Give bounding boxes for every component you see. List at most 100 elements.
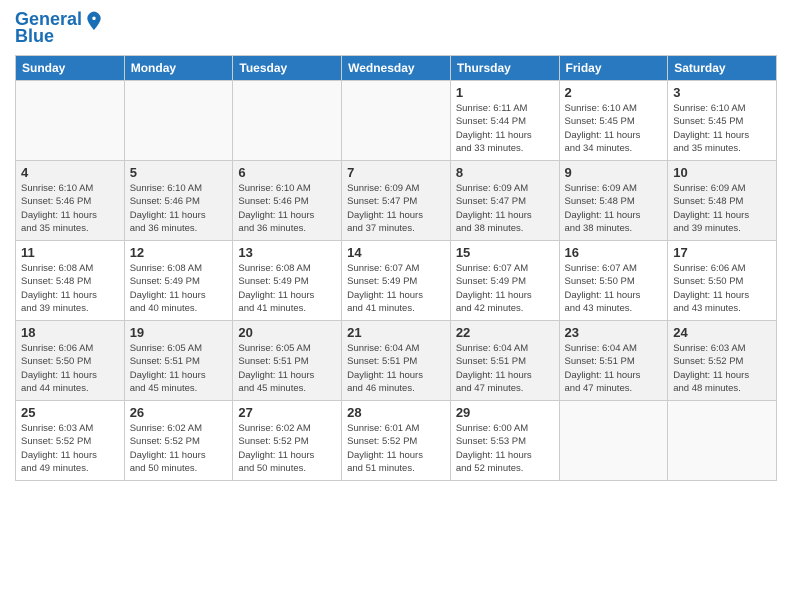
day-info: Sunrise: 6:08 AM Sunset: 5:48 PM Dayligh…	[21, 262, 119, 315]
day-cell: 12Sunrise: 6:08 AM Sunset: 5:49 PM Dayli…	[124, 241, 233, 321]
week-row-5: 25 Sunrise: 6:03 AM Sunset: 5:52 PM Dayli…	[16, 401, 777, 481]
day-number: 25	[21, 405, 119, 420]
day-info: Sunrise: 6:07 AM Sunset: 5:49 PM Dayligh…	[347, 262, 445, 315]
day-info: Sunrise: 6:08 AM Sunset: 5:49 PM Dayligh…	[130, 262, 228, 315]
day-info: Sunrise: 6:04 AM Sunset: 5:51 PM Dayligh…	[456, 342, 554, 395]
day-cell: 25 Sunrise: 6:03 AM Sunset: 5:52 PM Dayli…	[16, 401, 125, 481]
day-info: Sunrise: 6:04 AM Sunset: 5:51 PM Dayligh…	[347, 342, 445, 395]
day-info: Sunrise: 6:08 AM Sunset: 5:49 PM Dayligh…	[238, 262, 336, 315]
day-cell: 6 Sunrise: 6:10 AM Sunset: 5:46 PM Daylig…	[233, 161, 342, 241]
day-info: Sunrise: 6:09 AM Sunset: 5:47 PM Dayligh…	[347, 182, 445, 235]
day-info: Sunrise: 6:10 AM Sunset: 5:46 PM Dayligh…	[238, 182, 336, 235]
day-number: 15	[456, 245, 554, 260]
day-cell: 19Sunrise: 6:05 AM Sunset: 5:51 PM Dayli…	[124, 321, 233, 401]
day-number: 5	[130, 165, 228, 180]
day-info: Sunrise: 6:10 AM Sunset: 5:46 PM Dayligh…	[21, 182, 119, 235]
day-info: Sunrise: 6:09 AM Sunset: 5:47 PM Dayligh…	[456, 182, 554, 235]
day-info: Sunrise: 6:06 AM Sunset: 5:50 PM Dayligh…	[21, 342, 119, 395]
day-info: Sunrise: 6:11 AM Sunset: 5:44 PM Dayligh…	[456, 102, 554, 155]
day-info: Sunrise: 6:10 AM Sunset: 5:45 PM Dayligh…	[673, 102, 771, 155]
day-number: 4	[21, 165, 119, 180]
day-cell: 29 Sunrise: 6:00 AM Sunset: 5:53 PM Dayli…	[450, 401, 559, 481]
day-cell: 21 Sunrise: 6:04 AM Sunset: 5:51 PM Dayli…	[342, 321, 451, 401]
day-info: Sunrise: 6:01 AM Sunset: 5:52 PM Dayligh…	[347, 422, 445, 475]
col-header-saturday: Saturday	[668, 56, 777, 81]
day-cell: 26Sunrise: 6:02 AM Sunset: 5:52 PM Dayli…	[124, 401, 233, 481]
day-info: Sunrise: 6:07 AM Sunset: 5:49 PM Dayligh…	[456, 262, 554, 315]
day-cell: 3 Sunrise: 6:10 AM Sunset: 5:45 PM Daylig…	[668, 81, 777, 161]
day-cell: 2Sunrise: 6:10 AM Sunset: 5:45 PM Daylig…	[559, 81, 668, 161]
day-info: Sunrise: 6:02 AM Sunset: 5:52 PM Dayligh…	[130, 422, 228, 475]
day-cell: 5 Sunrise: 6:10 AM Sunset: 5:46 PM Daylig…	[124, 161, 233, 241]
calendar-table: SundayMondayTuesdayWednesdayThursdayFrid…	[15, 55, 777, 481]
day-number: 21	[347, 325, 445, 340]
day-cell	[342, 81, 451, 161]
day-number: 9	[565, 165, 663, 180]
day-info: Sunrise: 6:03 AM Sunset: 5:52 PM Dayligh…	[21, 422, 119, 475]
header: General Blue	[15, 10, 777, 47]
day-cell: 22 Sunrise: 6:04 AM Sunset: 5:51 PM Dayli…	[450, 321, 559, 401]
week-row-1: 1 Sunrise: 6:11 AM Sunset: 5:44 PM Daylig…	[16, 81, 777, 161]
day-cell: 10 Sunrise: 6:09 AM Sunset: 5:48 PM Dayli…	[668, 161, 777, 241]
day-cell: 16 Sunrise: 6:07 AM Sunset: 5:50 PM Dayli…	[559, 241, 668, 321]
day-info: Sunrise: 6:05 AM Sunset: 5:51 PM Dayligh…	[238, 342, 336, 395]
day-number: 22	[456, 325, 554, 340]
day-number: 28	[347, 405, 445, 420]
day-cell: 18 Sunrise: 6:06 AM Sunset: 5:50 PM Dayli…	[16, 321, 125, 401]
day-cell: 4 Sunrise: 6:10 AM Sunset: 5:46 PM Daylig…	[16, 161, 125, 241]
col-header-friday: Friday	[559, 56, 668, 81]
day-number: 18	[21, 325, 119, 340]
day-info: Sunrise: 6:00 AM Sunset: 5:53 PM Dayligh…	[456, 422, 554, 475]
week-row-4: 18 Sunrise: 6:06 AM Sunset: 5:50 PM Dayli…	[16, 321, 777, 401]
day-info: Sunrise: 6:02 AM Sunset: 5:52 PM Dayligh…	[238, 422, 336, 475]
day-info: Sunrise: 6:03 AM Sunset: 5:52 PM Dayligh…	[673, 342, 771, 395]
day-number: 3	[673, 85, 771, 100]
day-cell	[668, 401, 777, 481]
day-cell: 28 Sunrise: 6:01 AM Sunset: 5:52 PM Dayli…	[342, 401, 451, 481]
day-cell	[233, 81, 342, 161]
week-row-2: 4 Sunrise: 6:10 AM Sunset: 5:46 PM Daylig…	[16, 161, 777, 241]
day-number: 20	[238, 325, 336, 340]
day-number: 23	[565, 325, 663, 340]
day-number: 8	[456, 165, 554, 180]
day-cell: 1 Sunrise: 6:11 AM Sunset: 5:44 PM Daylig…	[450, 81, 559, 161]
day-number: 7	[347, 165, 445, 180]
day-number: 13	[238, 245, 336, 260]
logo-icon	[84, 10, 104, 30]
day-number: 24	[673, 325, 771, 340]
col-header-wednesday: Wednesday	[342, 56, 451, 81]
day-cell: 8 Sunrise: 6:09 AM Sunset: 5:47 PM Daylig…	[450, 161, 559, 241]
day-cell: 20 Sunrise: 6:05 AM Sunset: 5:51 PM Dayli…	[233, 321, 342, 401]
day-cell: 9Sunrise: 6:09 AM Sunset: 5:48 PM Daylig…	[559, 161, 668, 241]
day-number: 6	[238, 165, 336, 180]
day-info: Sunrise: 6:10 AM Sunset: 5:46 PM Dayligh…	[130, 182, 228, 235]
day-number: 1	[456, 85, 554, 100]
day-cell: 23 Sunrise: 6:04 AM Sunset: 5:51 PM Dayli…	[559, 321, 668, 401]
day-number: 16	[565, 245, 663, 260]
day-cell	[124, 81, 233, 161]
day-cell: 27 Sunrise: 6:02 AM Sunset: 5:52 PM Dayli…	[233, 401, 342, 481]
week-row-3: 11 Sunrise: 6:08 AM Sunset: 5:48 PM Dayli…	[16, 241, 777, 321]
day-cell: 14 Sunrise: 6:07 AM Sunset: 5:49 PM Dayli…	[342, 241, 451, 321]
day-number: 17	[673, 245, 771, 260]
day-number: 27	[238, 405, 336, 420]
day-info: Sunrise: 6:09 AM Sunset: 5:48 PM Dayligh…	[673, 182, 771, 235]
day-cell: 13 Sunrise: 6:08 AM Sunset: 5:49 PM Dayli…	[233, 241, 342, 321]
col-header-tuesday: Tuesday	[233, 56, 342, 81]
day-cell: 7 Sunrise: 6:09 AM Sunset: 5:47 PM Daylig…	[342, 161, 451, 241]
day-cell: 11 Sunrise: 6:08 AM Sunset: 5:48 PM Dayli…	[16, 241, 125, 321]
day-info: Sunrise: 6:06 AM Sunset: 5:50 PM Dayligh…	[673, 262, 771, 315]
day-number: 11	[21, 245, 119, 260]
day-cell: 24 Sunrise: 6:03 AM Sunset: 5:52 PM Dayli…	[668, 321, 777, 401]
day-info: Sunrise: 6:04 AM Sunset: 5:51 PM Dayligh…	[565, 342, 663, 395]
day-info: Sunrise: 6:07 AM Sunset: 5:50 PM Dayligh…	[565, 262, 663, 315]
day-number: 10	[673, 165, 771, 180]
day-number: 14	[347, 245, 445, 260]
day-cell	[16, 81, 125, 161]
page: General Blue SundayMondayTuesdayWednesda…	[0, 0, 792, 612]
col-header-thursday: Thursday	[450, 56, 559, 81]
day-cell: 15 Sunrise: 6:07 AM Sunset: 5:49 PM Dayli…	[450, 241, 559, 321]
day-cell: 17 Sunrise: 6:06 AM Sunset: 5:50 PM Dayli…	[668, 241, 777, 321]
day-number: 29	[456, 405, 554, 420]
col-header-monday: Monday	[124, 56, 233, 81]
